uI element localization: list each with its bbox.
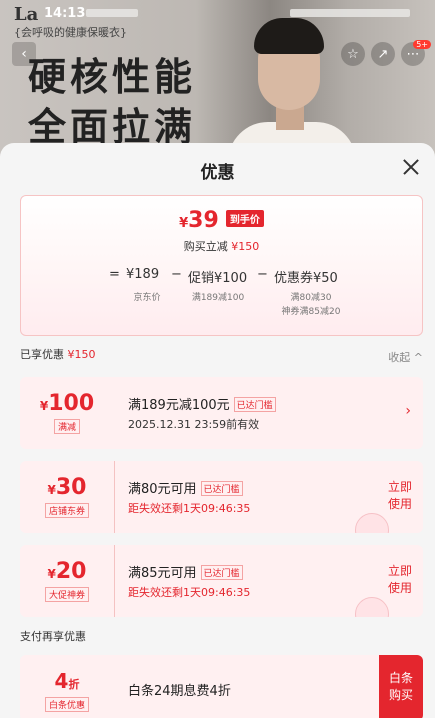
baitiao-kind: 白条优惠 bbox=[44, 697, 90, 712]
coupon-title: 满189元减100元 bbox=[128, 398, 230, 413]
coupon-kind: 店铺东券 bbox=[44, 503, 90, 518]
use-now-line1: 立即 bbox=[387, 564, 412, 578]
use-now-line1: 立即 bbox=[387, 480, 412, 494]
coupon-label-2: 神券满85减20 bbox=[281, 307, 341, 317]
baitiao-buy-line2: 购买 bbox=[388, 688, 413, 702]
base-price-label: 京东价 bbox=[133, 293, 161, 303]
baitiao-buy-button[interactable]: 白条 购买 bbox=[379, 655, 423, 718]
chevron-left-icon: ‹ bbox=[21, 46, 27, 62]
use-now-button[interactable]: 立即 使用 bbox=[387, 479, 413, 513]
coupon-info: 满189元减100元 已达门槛 2025.12.31 23:59前有效 bbox=[128, 394, 276, 432]
coupon-stamp-icon bbox=[355, 513, 389, 533]
discount-sheet: 优惠 ¥39 到手价 购买立减 ¥150 = ¥189 京东价 − 促销¥100… bbox=[0, 143, 435, 718]
status-blur bbox=[290, 9, 410, 17]
coupon-value: ¥100 bbox=[20, 391, 114, 416]
price-summary: ¥39 到手价 购买立减 ¥150 = ¥189 京东价 − 促销¥100 满1… bbox=[20, 195, 423, 336]
coupon-currency: ¥ bbox=[39, 399, 49, 413]
collapse-toggle[interactable]: 收起 ^ bbox=[388, 349, 423, 365]
coupon-amount: 100 bbox=[48, 391, 95, 416]
instant-discount: 购买立减 ¥150 bbox=[21, 238, 422, 254]
hero-headline-line1: 硬核性能 bbox=[28, 55, 197, 99]
coupon-amount: 20 bbox=[55, 559, 87, 584]
status-blur bbox=[86, 9, 138, 17]
coupon-countdown: 距失效还剩1天09:46:35 bbox=[128, 502, 251, 515]
final-price-amount: 39 bbox=[188, 208, 219, 233]
coupon-card[interactable]: ¥100 满减 满189元减100元 已达门槛 2025.12.31 23:59前… bbox=[20, 377, 423, 449]
coupon-value: ¥20 bbox=[20, 559, 114, 584]
coupon-info: 满80元可用 已达门槛 距失效还剩1天09:46:35 bbox=[128, 478, 250, 516]
baitiao-description: 白条24期息费4折 bbox=[128, 684, 231, 699]
star-icon[interactable]: ☆ bbox=[341, 42, 365, 66]
hero-headline: 硬核性能 全面拉满 bbox=[28, 52, 196, 152]
coupon-stamp-icon bbox=[355, 597, 389, 617]
brand-slogan: {会呼吸的健康保暖衣} bbox=[14, 26, 127, 39]
threshold-badge: 已达门槛 bbox=[233, 397, 276, 412]
coupon-value-block: ¥30 店铺东券 bbox=[20, 461, 114, 533]
coupon-value: ¥30 bbox=[20, 475, 114, 500]
coupon-countdown: 距失效还剩1天09:46:35 bbox=[128, 586, 251, 599]
promo-discount: 促销¥100 bbox=[188, 271, 248, 286]
enjoyed-value: ¥150 bbox=[67, 348, 96, 361]
final-price-tag: 到手价 bbox=[225, 210, 264, 227]
pay-section-header: 支付再享优惠 bbox=[20, 630, 86, 643]
coupon-title: 满85元可用 bbox=[128, 566, 197, 581]
enjoyed-label: 已享优惠 bbox=[20, 348, 64, 361]
minus-sign: − bbox=[257, 267, 268, 282]
coupon-value-block: ¥100 满减 bbox=[20, 377, 114, 449]
status-time: 14:13 bbox=[44, 6, 86, 21]
close-icon[interactable] bbox=[399, 155, 423, 179]
baitiao-offer-card[interactable]: 4折 白条优惠 白条24期息费4折 白条 购买 bbox=[20, 655, 423, 718]
use-now-line2: 使用 bbox=[387, 581, 412, 595]
notification-badge: 5+ bbox=[413, 40, 431, 49]
chevron-right-icon[interactable]: › bbox=[405, 403, 411, 419]
enjoyed-header: 已享优惠 ¥150 bbox=[20, 346, 96, 362]
baitiao-value: 4折 bbox=[20, 669, 114, 693]
coupon-title: 满80元可用 bbox=[128, 482, 197, 497]
coupon-amount: 30 bbox=[55, 475, 87, 500]
coupon-detail: 2025.12.31 23:59前有效 bbox=[128, 418, 260, 431]
sheet-title: 优惠 bbox=[200, 163, 235, 183]
threshold-badge: 已达门槛 bbox=[200, 481, 243, 496]
coupon-card: ¥20 大促神券 满85元可用 已达门槛 距失效还剩1天09:46:35 立即 使… bbox=[20, 545, 423, 617]
coupon-currency: ¥ bbox=[47, 567, 56, 581]
coupon-value-block: ¥20 大促神券 bbox=[20, 545, 114, 617]
coupon-info: 满85元可用 已达门槛 距失效还剩1天09:46:35 bbox=[128, 562, 250, 600]
coupon-card: ¥30 店铺东券 满80元可用 已达门槛 距失效还剩1天09:46:35 立即 使… bbox=[20, 461, 423, 533]
instant-discount-value: ¥150 bbox=[231, 240, 260, 253]
share-icon[interactable]: ↗ bbox=[371, 42, 395, 66]
promo-label: 满189减100 bbox=[191, 293, 245, 303]
base-price: ¥189 bbox=[126, 267, 160, 282]
coupon-kind: 满减 bbox=[53, 419, 81, 434]
coupon-kind: 大促神券 bbox=[44, 587, 90, 602]
coupon-divider bbox=[114, 461, 115, 533]
coupon-discount: 优惠券¥50 bbox=[274, 271, 338, 286]
baitiao-rate: 4 bbox=[54, 669, 69, 693]
currency-symbol: ¥ bbox=[179, 216, 189, 231]
final-price: ¥39 到手价 bbox=[21, 208, 422, 233]
instant-discount-label: 购买立减 bbox=[183, 240, 228, 253]
use-now-line2: 使用 bbox=[387, 497, 412, 511]
threshold-badge: 已达门槛 bbox=[200, 565, 243, 580]
coupon-currency: ¥ bbox=[47, 483, 56, 497]
baitiao-buy-line1: 白条 bbox=[388, 671, 413, 685]
baitiao-unit: 折 bbox=[68, 678, 80, 691]
minus-sign: − bbox=[171, 267, 182, 282]
equals-sign: = bbox=[109, 267, 120, 282]
brand-logo: La bbox=[14, 4, 39, 25]
coupon-label-1: 满80减30 bbox=[290, 293, 332, 303]
coupon-divider bbox=[114, 545, 115, 617]
use-now-button[interactable]: 立即 使用 bbox=[387, 563, 413, 597]
